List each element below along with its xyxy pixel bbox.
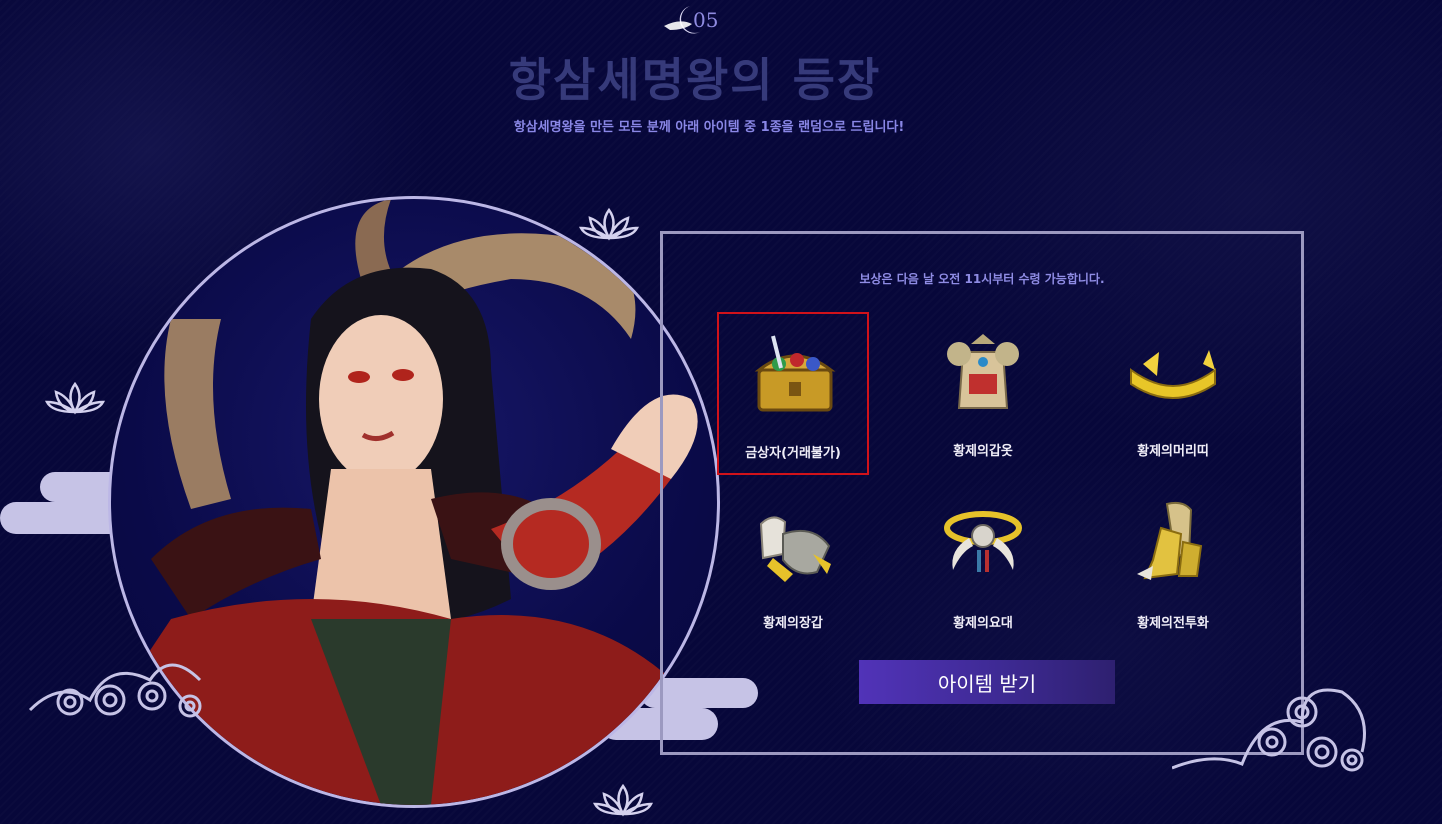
lotus-icon — [44, 381, 106, 415]
reward-item-label: 금상자(거래불가) — [745, 446, 841, 461]
reward-item-label: 황제의요대 — [953, 616, 1013, 631]
reward-item-emperor-belt[interactable]: 황제의요대 — [907, 484, 1059, 647]
get-item-button[interactable]: 아이템 받기 — [859, 660, 1115, 704]
reward-item-emperor-headband[interactable]: 황제의머리띠 — [1097, 312, 1249, 475]
page-subtitle: 항삼세명왕을 만든 모든 분께 아래 아이템 중 1종을 랜덤으로 드립니다! — [513, 120, 905, 135]
lotus-icon — [578, 207, 640, 241]
treasure-chest-icon — [754, 335, 836, 412]
boots-icon — [1137, 501, 1203, 580]
section-number: 05 — [693, 8, 719, 32]
reward-item-emperor-gauntlet[interactable]: 황제의장갑 — [717, 484, 869, 647]
reward-item-label: 황제의장갑 — [763, 616, 823, 631]
swirl-cloud-icon — [28, 663, 202, 718]
reward-notice: 보상은 다음 날 오전 11시부터 수령 가능합니다. — [859, 272, 1105, 286]
page-title: 항삼세명왕의 등장 — [508, 53, 882, 107]
reward-item-gold-chest[interactable]: 금상자(거래불가) — [717, 312, 869, 475]
reward-item-label: 황제의전투화 — [1137, 616, 1209, 631]
swirl-cloud-icon — [1172, 688, 1366, 772]
reward-item-emperor-armor[interactable]: 황제의갑옷 — [907, 312, 1059, 475]
reward-item-emperor-boots[interactable]: 황제의전투화 — [1097, 484, 1249, 647]
gauntlet-icon — [759, 516, 831, 582]
lotus-icon — [592, 783, 654, 817]
section-number-badge: 05 — [660, 2, 720, 38]
belt-icon — [944, 511, 1022, 572]
reward-item-label: 황제의갑옷 — [953, 444, 1013, 459]
headband-icon — [1130, 350, 1216, 399]
reward-item-label: 황제의머리띠 — [1137, 444, 1209, 459]
armor-icon — [947, 334, 1019, 409]
